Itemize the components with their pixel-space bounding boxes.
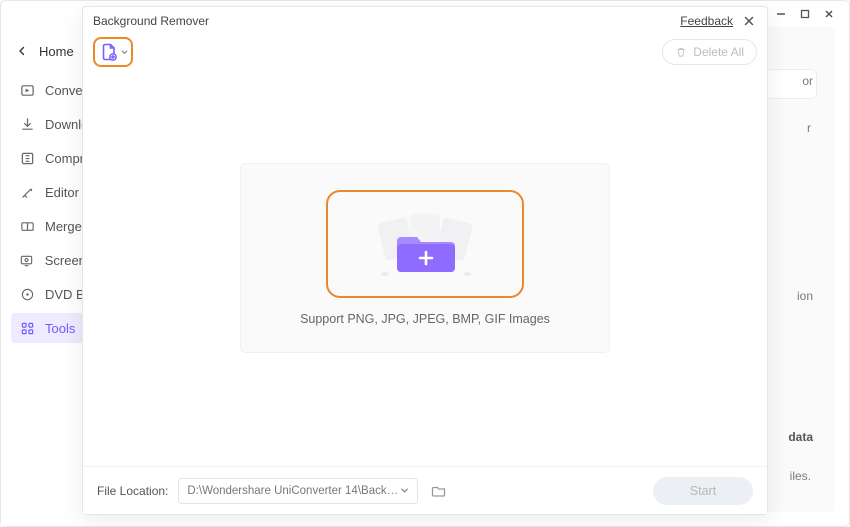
start-button-label: Start [690,484,716,498]
screen-recorder-icon [19,252,35,268]
main-minimize-button[interactable] [773,6,789,22]
delete-all-label: Delete All [693,45,744,59]
background-remover-modal: Background Remover Feedback Delete All [82,6,768,515]
modal-body: Support PNG, JPG, JPEG, BMP, GIF Images [83,69,767,466]
modal-close-button[interactable] [741,13,757,29]
delete-all-button[interactable]: Delete All [662,39,757,65]
file-location-label: File Location: [97,484,168,498]
start-button[interactable]: Start [653,477,753,505]
dvd-burner-icon [19,286,35,302]
trash-icon [675,46,687,58]
supported-formats-text: Support PNG, JPG, JPEG, BMP, GIF Images [300,312,550,326]
converter-icon [19,82,35,98]
compressor-icon [19,150,35,166]
add-files-button[interactable] [93,37,133,67]
tools-icon [19,320,35,336]
sidebar-item-label: Merger [45,219,86,234]
background-text-stub: r [807,121,811,135]
feedback-link[interactable]: Feedback [680,14,733,28]
editor-icon [19,184,35,200]
downloader-icon [19,116,35,132]
back-button[interactable] [15,44,29,59]
drop-target[interactable] [326,190,524,298]
modal-footer: File Location: D:\Wondershare UniConvert… [83,466,767,514]
modal-header: Background Remover Feedback [83,7,767,35]
open-folder-button[interactable] [428,480,450,502]
file-location-value: D:\Wondershare UniConverter 14\Backgroun… [187,485,400,497]
chevron-down-icon [121,49,128,56]
modal-toolbar: Delete All [83,35,767,69]
add-folder-icon [355,204,495,284]
home-label: Home [39,44,74,59]
dropzone: Support PNG, JPG, JPEG, BMP, GIF Images [240,163,610,353]
merger-icon [19,218,35,234]
chevron-down-icon [400,486,409,495]
modal-title: Background Remover [93,14,209,28]
file-location-dropdown[interactable]: D:\Wondershare UniConverter 14\Backgroun… [178,478,418,504]
main-close-button[interactable] [821,6,837,22]
background-text-stub: ion [797,289,813,303]
sidebar-item-label: Tools [45,321,75,336]
add-file-icon [99,42,119,62]
main-maximize-button[interactable] [797,6,813,22]
background-text-stub: or [802,74,813,88]
folder-icon [431,483,447,499]
background-text-stub: data [788,430,813,444]
background-text-stub: iles. [790,469,811,483]
sidebar-item-label: Editor [45,185,79,200]
